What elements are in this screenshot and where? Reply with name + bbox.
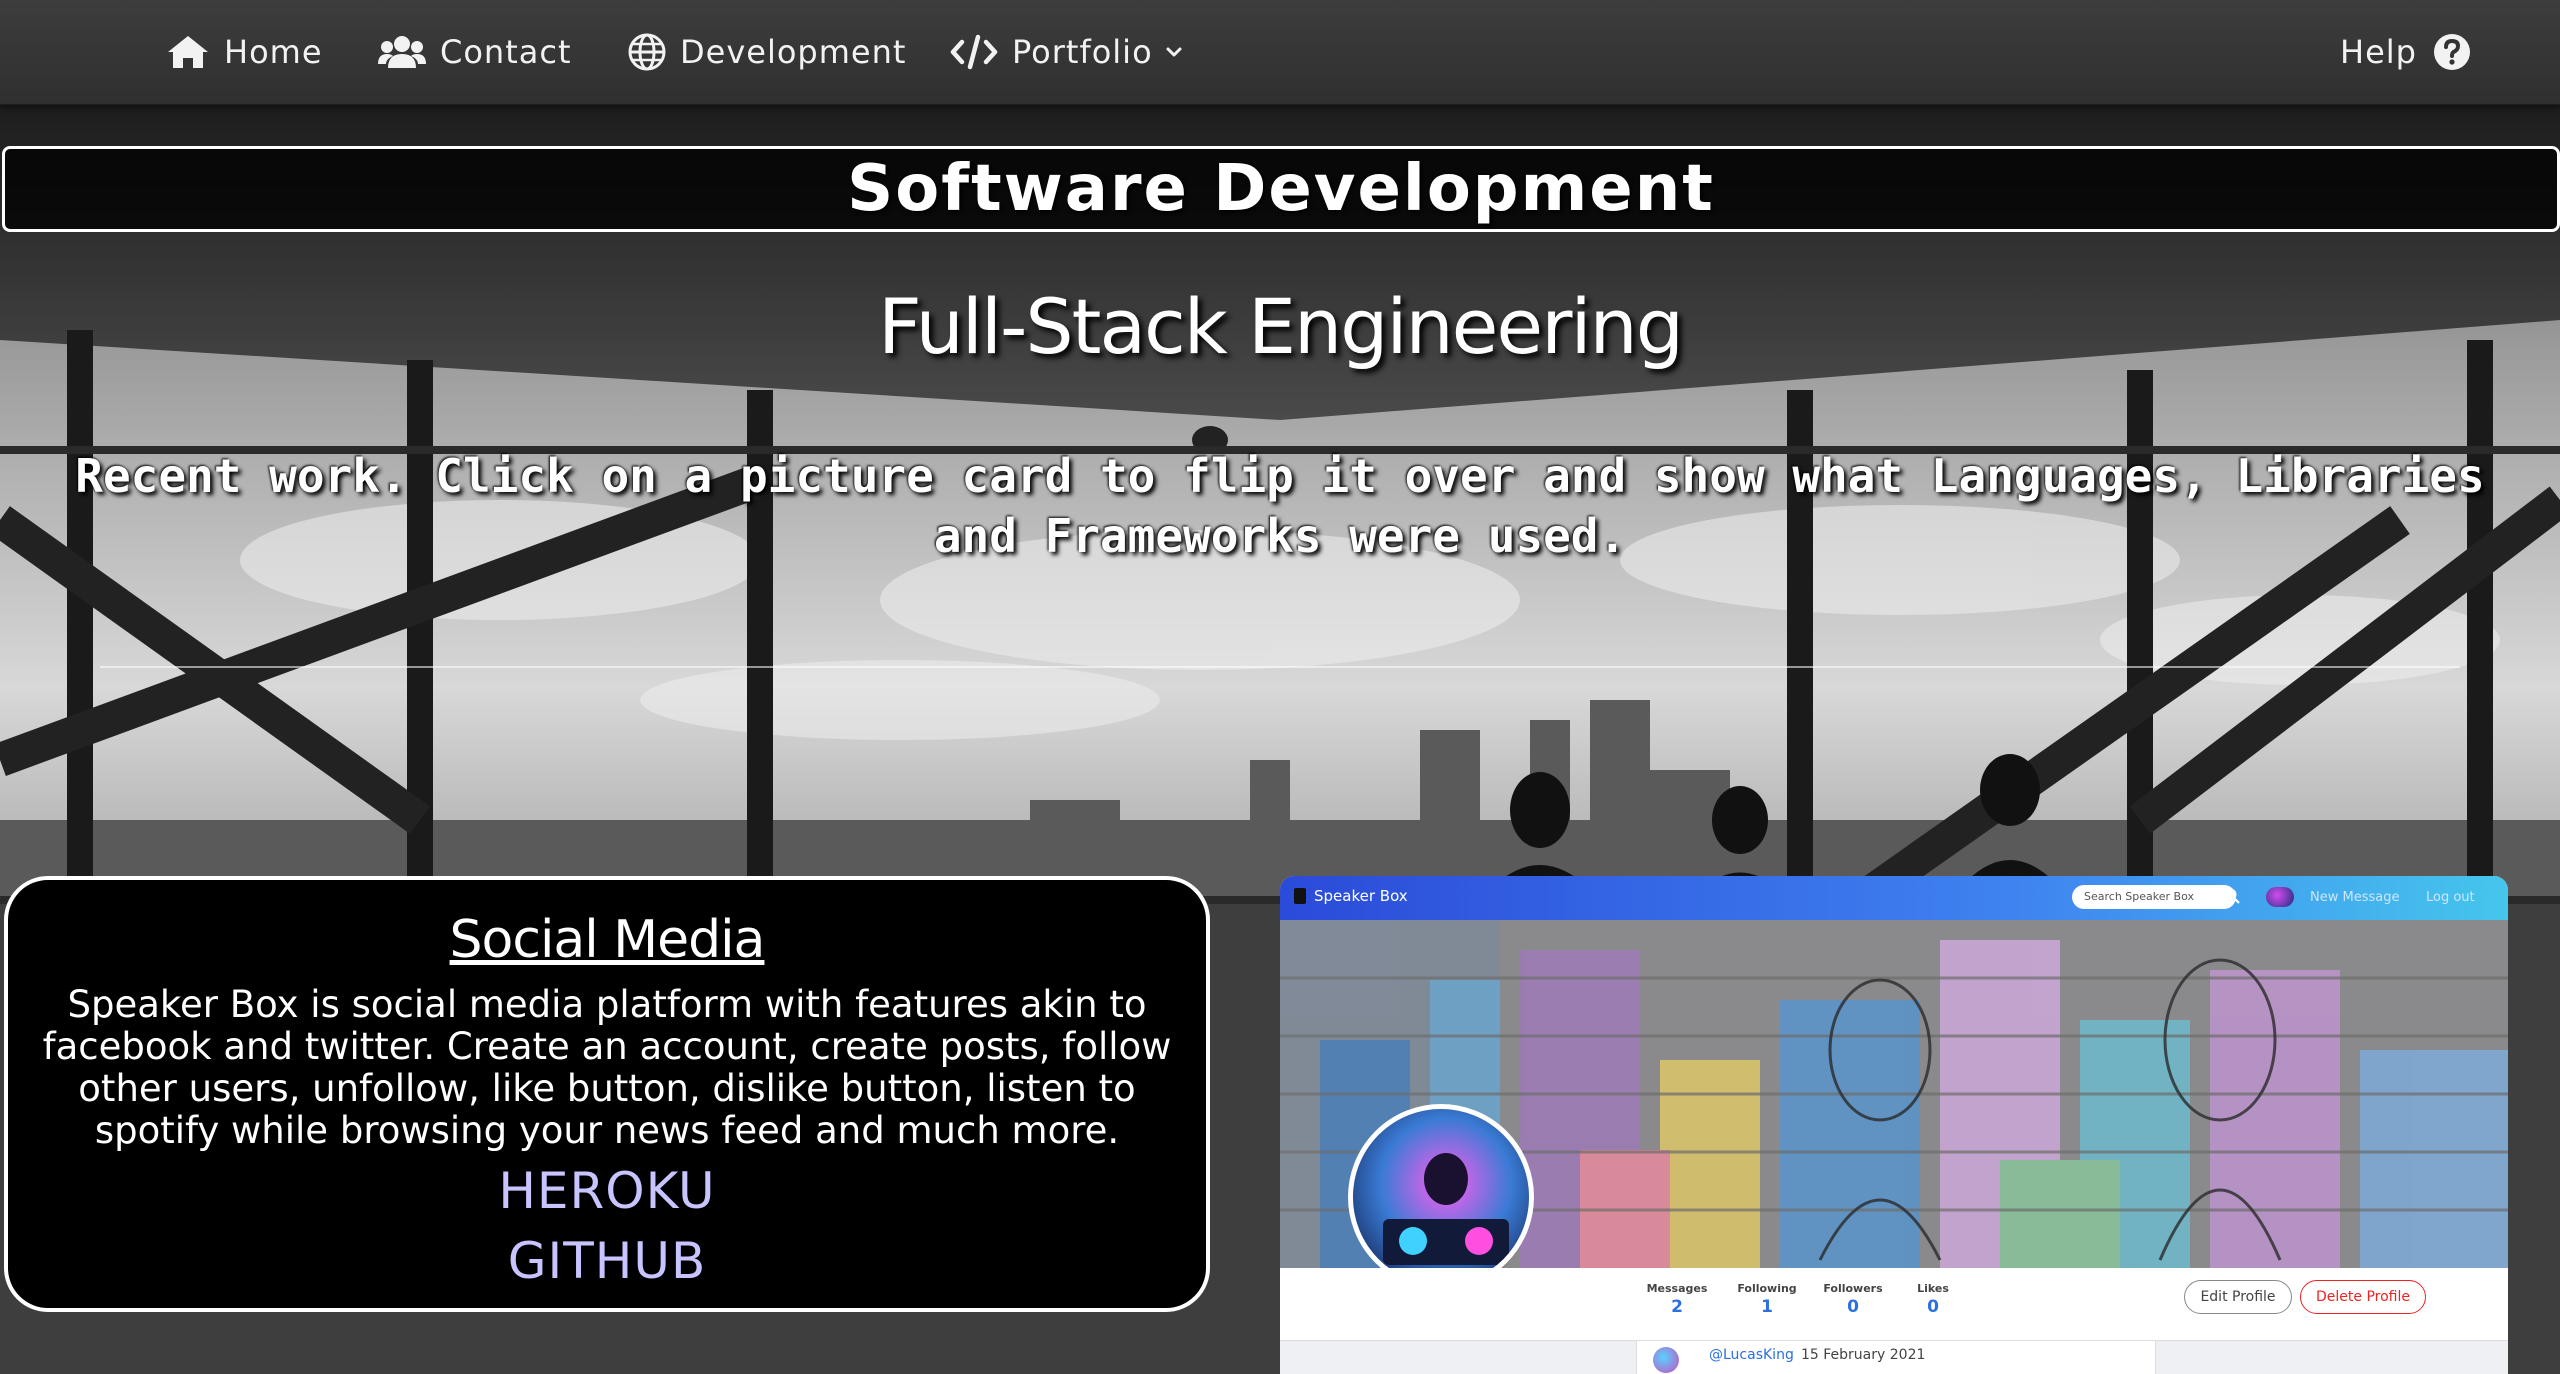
preview-navbar: Speaker Box Search Speaker Box New Messa… [1280,876,2508,920]
globe-icon [628,33,666,71]
code-icon [950,34,998,70]
nav-help[interactable]: Help [2340,30,2471,74]
preview-brand-label: Speaker Box [1314,887,1408,905]
github-link[interactable]: GITHUB [8,1232,1206,1290]
nav-home-label: Home [224,33,323,71]
preview-stats-bar: Messages 2 Following 1 Followers 0 Likes 0 E… [1280,1268,2508,1341]
preview-post-avatar [1653,1347,1679,1373]
search-icon [2224,888,2240,904]
speaker-icon [1294,888,1306,904]
preview-new-message: New Message [2310,890,2400,905]
preview-brand: Speaker Box [1294,887,1408,905]
nav-home[interactable]: Home [166,30,323,74]
preview-profile-picture [1348,1104,1534,1290]
nav-contact-label: Contact [440,33,572,71]
chevron-down-icon [1166,47,1182,57]
page-title: Software Development [847,152,1715,226]
nav-development[interactable]: Development [628,30,906,74]
preview-post-date: 15 February 2021 [1801,1347,1926,1363]
page-banner: Software Development [2,146,2560,232]
preview-stat-followers: Followers 0 [1823,1282,1883,1317]
preview-stat-likes: Likes 0 [1917,1282,1949,1317]
card-description: Speaker Box is social media platform wit… [42,983,1172,1152]
nav-portfolio[interactable]: Portfolio [950,30,1183,74]
project-card[interactable]: Social Media Speaker Box is social media… [4,876,1210,1312]
page-subtitle: Full-Stack Engineering [878,282,1684,371]
home-icon [168,36,208,68]
project-preview-image[interactable]: Speaker Box Search Speaker Box New Messa… [1280,876,2508,1374]
nav-contact[interactable]: Contact [378,30,572,74]
card-title: Social Media [449,910,766,970]
preview-post: @LucasKing 15 February 2021 [1636,1340,2156,1374]
nav-portfolio-label: Portfolio [1012,33,1153,71]
heroku-link[interactable]: HEROKU [8,1162,1206,1220]
question-circle-icon [2433,34,2470,70]
preview-delete-profile-button: Delete Profile [2300,1280,2426,1314]
preview-search-input: Search Speaker Box [2072,885,2236,909]
preview-logout: Log out [2426,890,2475,905]
preview-post-user: @LucasKing [1709,1347,1794,1363]
preview-edit-profile-button: Edit Profile [2184,1280,2292,1314]
divider [100,666,2460,668]
nav-help-label: Help [2340,33,2417,71]
preview-stat-messages: Messages 2 [1646,1282,1708,1317]
top-navbar: Home Contact Development Portfolio Help [0,0,2560,105]
preview-stat-following: Following 1 [1737,1282,1797,1317]
preview-user-avatar [2266,887,2294,907]
intro-text: Recent work. Click on a picture card to … [75,449,2485,563]
nav-development-label: Development [680,33,907,71]
users-icon [378,36,426,68]
